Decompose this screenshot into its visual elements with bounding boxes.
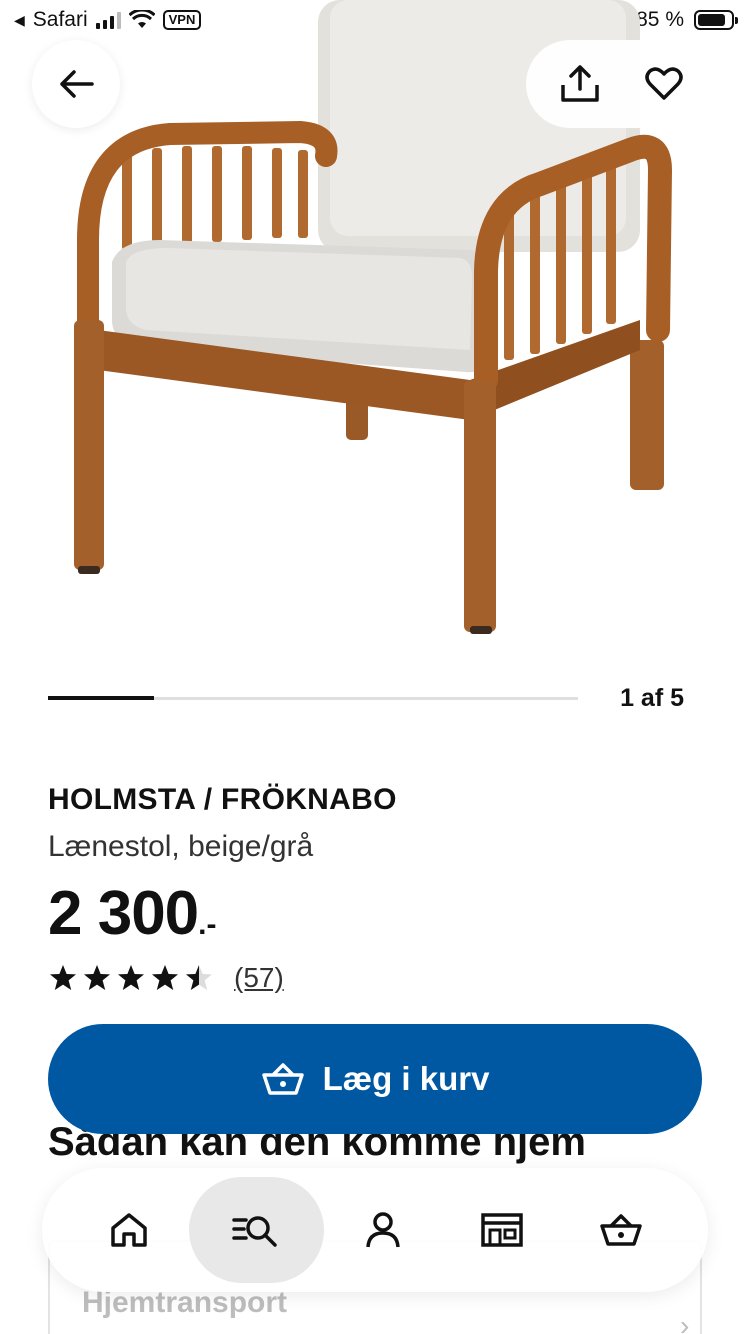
price-suffix: .- xyxy=(198,908,217,941)
nav-search[interactable] xyxy=(188,1177,324,1283)
favourite-button[interactable] xyxy=(634,54,694,114)
star-icon xyxy=(84,965,110,990)
heart-icon xyxy=(645,67,683,100)
gallery-progress-track xyxy=(48,696,578,700)
gallery-pager: 1 af 5 xyxy=(48,676,698,724)
arrow-left-icon xyxy=(60,70,94,98)
star-icon xyxy=(152,965,178,990)
nav-store[interactable] xyxy=(443,1177,562,1283)
nav-cart[interactable] xyxy=(561,1177,680,1283)
search-list-icon xyxy=(232,1216,278,1247)
add-to-cart-label[interactable]: Læg i kurv xyxy=(323,1060,490,1098)
home-icon xyxy=(111,1213,148,1247)
gallery-progress-indicator xyxy=(48,696,154,700)
rating-stars xyxy=(48,963,214,993)
star-icon xyxy=(186,965,212,990)
share-icon xyxy=(561,65,599,102)
gallery-counter: 1 af 5 xyxy=(620,684,684,712)
review-count-link[interactable]: (57) xyxy=(234,962,284,994)
product-gallery[interactable] xyxy=(0,0,750,660)
price-amount: 2 300 xyxy=(48,879,199,948)
store-icon xyxy=(481,1213,523,1247)
share-button[interactable] xyxy=(550,54,610,114)
back-button[interactable] xyxy=(32,40,120,128)
chevron-right-icon: › xyxy=(680,1310,690,1334)
basket-icon xyxy=(261,1063,304,1095)
add-to-cart-button[interactable]: Læg i kurv xyxy=(48,1024,702,1134)
cart-icon xyxy=(599,1214,642,1246)
nav-profile[interactable] xyxy=(324,1177,443,1283)
product-price: 2 300 .- xyxy=(48,878,216,949)
product-actions xyxy=(526,40,718,128)
star-icon xyxy=(50,965,76,990)
star-icon xyxy=(118,965,144,990)
product-description: Lænestol, beige/grå xyxy=(48,830,314,863)
product-name: HOLMSTA / FRÖKNABO xyxy=(48,783,397,816)
bottom-navigation xyxy=(42,1168,708,1292)
product-rating[interactable]: (57) xyxy=(48,962,284,994)
profile-icon xyxy=(366,1212,400,1248)
nav-home[interactable] xyxy=(70,1177,189,1283)
